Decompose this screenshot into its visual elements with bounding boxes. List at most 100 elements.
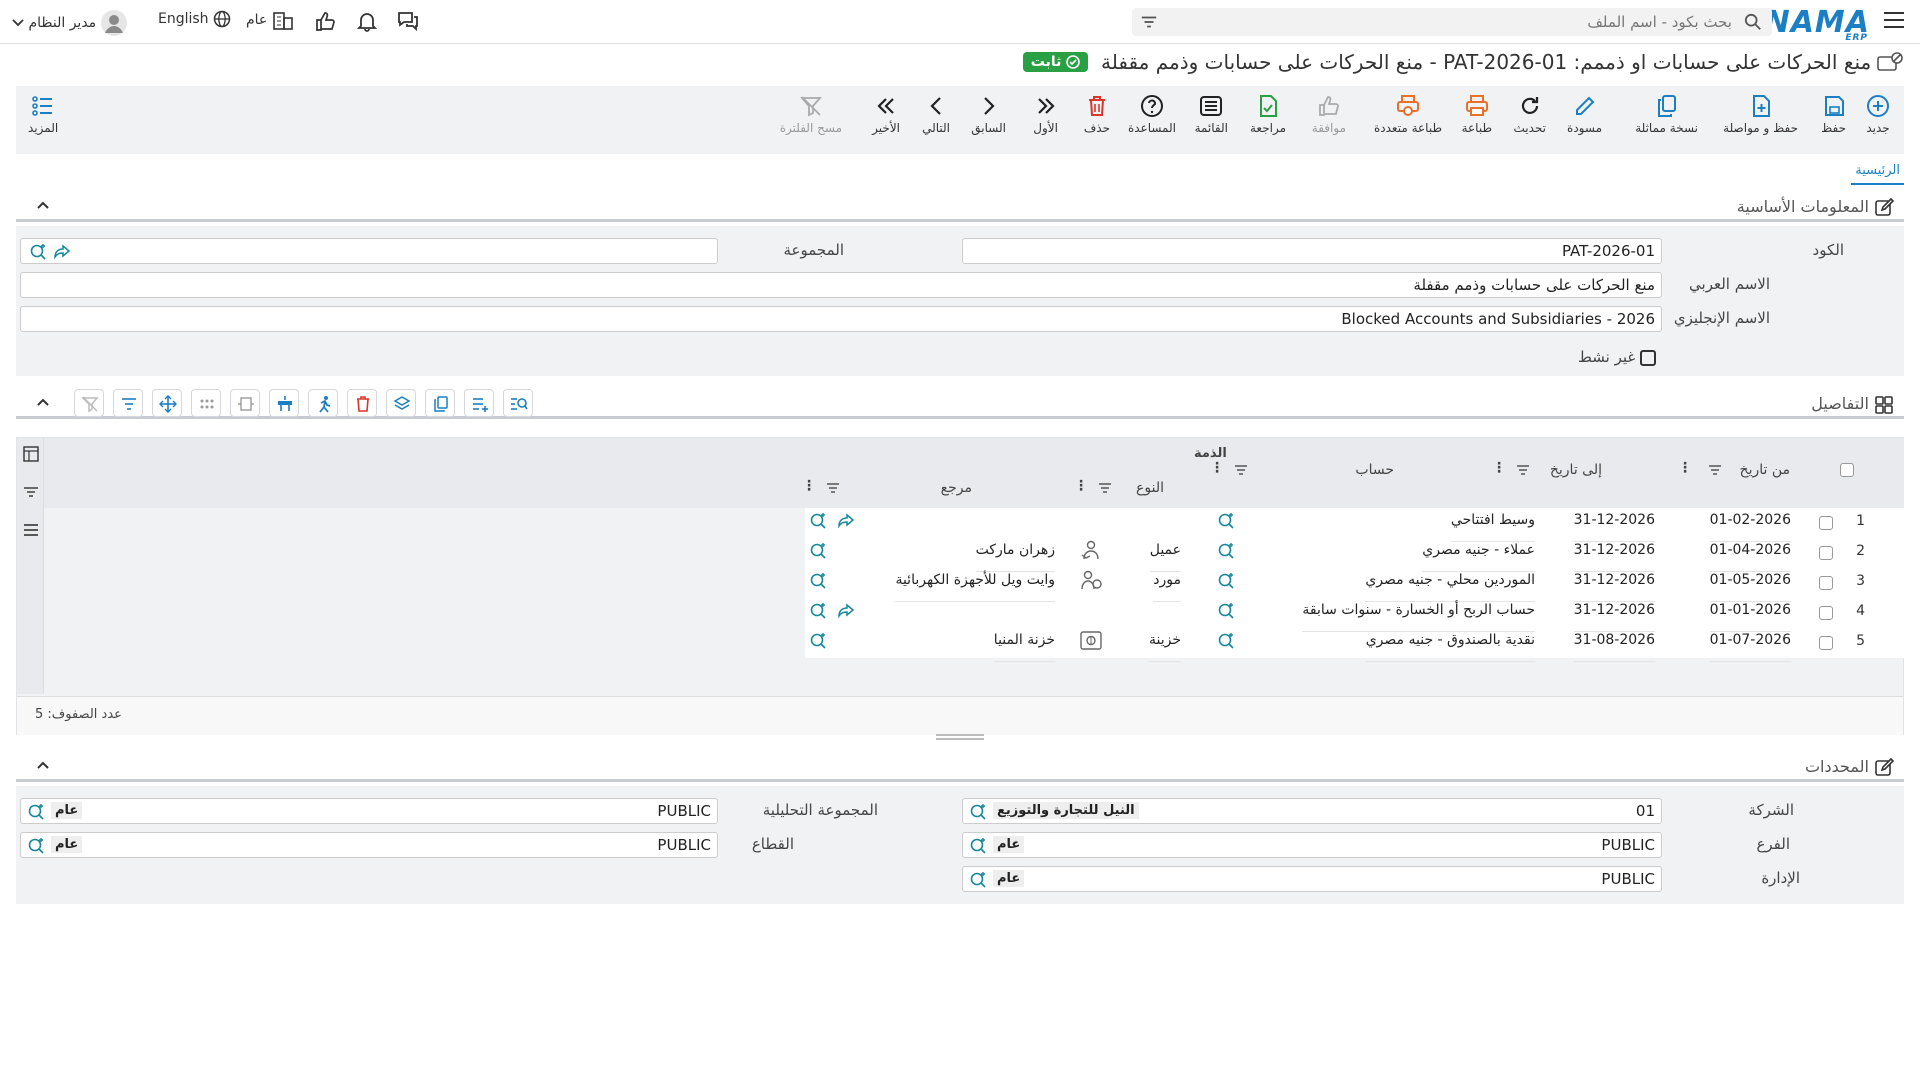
col-reference[interactable]: مرجع: [941, 480, 972, 496]
delete-button[interactable]: حذف: [1084, 94, 1110, 135]
search-plus-icon[interactable]: [969, 837, 987, 855]
grid-fit-columns-icon[interactable]: [230, 389, 260, 417]
search-plus-icon[interactable]: [1217, 632, 1235, 650]
column-filter-icon[interactable]: [1098, 481, 1112, 495]
search-plus-icon[interactable]: [1217, 542, 1235, 560]
list-button[interactable]: القائمة: [1195, 94, 1228, 135]
row-checkbox[interactable]: [1819, 546, 1833, 560]
group-input[interactable]: [20, 238, 718, 264]
resize-handle[interactable]: [936, 734, 984, 740]
copy-button[interactable]: نسخة مماثلة: [1635, 94, 1698, 135]
col-from-date[interactable]: من تاريخ: [1740, 462, 1790, 478]
select-all-checkbox[interactable]: [1840, 463, 1854, 477]
chevron-up-icon[interactable]: [36, 200, 50, 210]
refresh-button[interactable]: تحديث: [1513, 94, 1546, 135]
basic-info-section-header[interactable]: المعلومات الأساسية: [16, 192, 1904, 222]
side-filter-icon[interactable]: [23, 484, 39, 500]
share-icon[interactable]: [837, 512, 855, 530]
approvals-thumb-icon[interactable]: [314, 10, 336, 34]
checkbox-box[interactable]: [1640, 349, 1656, 366]
col-type[interactable]: النوع: [1136, 480, 1164, 496]
sector-input[interactable]: PUBLIC عام: [20, 832, 718, 858]
print-button[interactable]: طباعة: [1462, 94, 1492, 135]
english-name-input[interactable]: Blocked Accounts and Subsidiaries - 2026: [20, 306, 1662, 332]
grid-add-lines-icon[interactable]: [464, 389, 494, 417]
grid-insert-row-icon[interactable]: [269, 389, 299, 417]
branch-input[interactable]: PUBLIC عام: [962, 832, 1662, 858]
column-filter-icon[interactable]: [826, 481, 840, 495]
chevron-up-icon[interactable]: [36, 397, 50, 407]
determinants-section-header[interactable]: المحددات: [16, 752, 1904, 782]
draft-button[interactable]: مسودة: [1567, 94, 1602, 135]
col-to-date[interactable]: إلى تاريخ: [1550, 462, 1602, 478]
department-input[interactable]: PUBLIC عام: [962, 866, 1662, 892]
search-plus-icon[interactable]: [29, 243, 47, 261]
tab-main[interactable]: الرئيسية: [1851, 161, 1904, 185]
details-section-header[interactable]: التفاصيل: [16, 389, 1904, 419]
grid-copy-icon[interactable]: [425, 389, 455, 417]
search-plus-icon[interactable]: [1217, 512, 1235, 530]
scope-selector[interactable]: عام: [246, 10, 294, 34]
search-plus-icon[interactable]: [27, 837, 45, 855]
search-plus-icon[interactable]: [809, 542, 827, 560]
save-continue-button[interactable]: حفظ و مواصلة: [1723, 94, 1798, 135]
grid-run-icon[interactable]: [308, 389, 338, 417]
row-checkbox[interactable]: [1819, 636, 1833, 650]
save-button[interactable]: حفظ: [1821, 94, 1846, 135]
chat-icon[interactable]: [396, 10, 420, 34]
hamburger-menu-icon[interactable]: [1884, 12, 1904, 28]
clear-filter-button[interactable]: مسح الفلترة: [780, 94, 842, 135]
company-input[interactable]: 01 النيل للتجارة والتوزيع: [962, 798, 1662, 824]
search-plus-icon[interactable]: [1217, 602, 1235, 620]
code-input[interactable]: PAT-2026-01: [962, 238, 1662, 264]
search-plus-icon[interactable]: [809, 602, 827, 620]
review-button[interactable]: مراجعة: [1250, 94, 1286, 135]
next-record-button[interactable]: التالي: [922, 94, 950, 135]
more-button[interactable]: المزيد: [28, 94, 58, 135]
search-plus-icon[interactable]: [27, 803, 45, 821]
app-logo[interactable]: NAMA ERP: [1765, 5, 1870, 43]
grid-clear-filter-icon[interactable]: [74, 389, 104, 417]
column-menu-icon[interactable]: ⋮: [1074, 478, 1088, 494]
search-plus-icon[interactable]: [969, 803, 987, 821]
share-icon[interactable]: [837, 602, 855, 620]
multi-print-button[interactable]: طباعة متعددة: [1374, 94, 1442, 135]
column-menu-icon[interactable]: ⋮: [1492, 460, 1506, 476]
column-menu-icon[interactable]: ⋮: [802, 478, 816, 494]
arabic-name-input[interactable]: منع الحركات على حسابات وذمم مقفلة: [20, 272, 1662, 298]
previous-record-button[interactable]: السابق: [971, 94, 1006, 135]
column-filter-icon[interactable]: [1516, 463, 1530, 477]
inactive-checkbox[interactable]: غير نشط: [1578, 348, 1664, 366]
notifications-bell-icon[interactable]: [356, 10, 378, 34]
search-plus-icon[interactable]: [809, 572, 827, 590]
row-checkbox[interactable]: [1819, 606, 1833, 620]
search-plus-icon[interactable]: [969, 871, 987, 889]
search-plus-icon[interactable]: [809, 512, 827, 530]
grid-delete-icon[interactable]: [347, 389, 377, 417]
grid-move-icon[interactable]: [152, 389, 182, 417]
share-icon[interactable]: [53, 243, 71, 261]
row-checkbox[interactable]: [1819, 576, 1833, 590]
first-record-button[interactable]: الأول: [1033, 94, 1058, 135]
search-plus-icon[interactable]: [809, 632, 827, 650]
row-checkbox[interactable]: [1819, 516, 1833, 530]
col-account[interactable]: حساب: [1355, 462, 1394, 478]
user-menu[interactable]: مدير النظام: [12, 10, 127, 36]
grid-search-list-icon[interactable]: [503, 389, 533, 417]
approve-button[interactable]: موافقة: [1312, 94, 1346, 135]
help-button[interactable]: المساعدة: [1128, 94, 1176, 135]
grid-filter-icon[interactable]: [113, 389, 143, 417]
grid-dots-icon[interactable]: [191, 389, 221, 417]
grid-layers-icon[interactable]: [386, 389, 416, 417]
new-button[interactable]: جديد: [1866, 94, 1890, 135]
side-menu-icon[interactable]: [23, 522, 39, 538]
search-plus-icon[interactable]: [1217, 572, 1235, 590]
global-search-input[interactable]: بحث بكود - اسم الملف: [1132, 8, 1772, 36]
chevron-up-icon[interactable]: [36, 760, 50, 770]
analytic-group-input[interactable]: PUBLIC عام: [20, 798, 718, 824]
column-filter-icon[interactable]: [1708, 463, 1722, 477]
column-menu-icon[interactable]: ⋮: [1210, 460, 1224, 476]
last-record-button[interactable]: الأخير: [872, 94, 900, 135]
language-switch[interactable]: English: [158, 10, 231, 34]
table-settings-icon[interactable]: [23, 446, 39, 462]
